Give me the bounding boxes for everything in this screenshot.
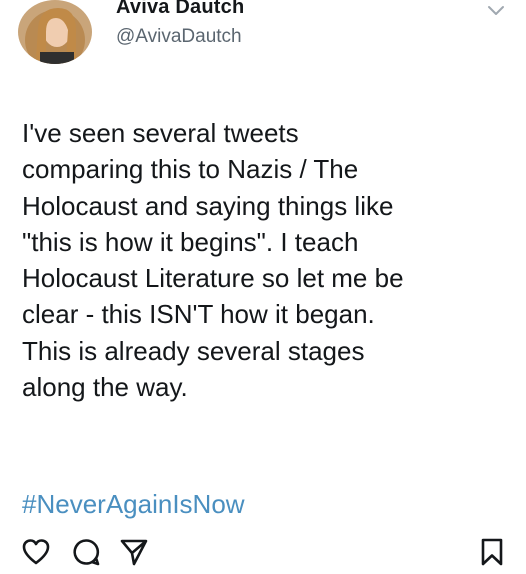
send-icon[interactable] (118, 536, 150, 568)
user-handle[interactable]: @AvivaDautch (116, 26, 242, 48)
bookmark-icon[interactable] (476, 536, 508, 568)
comment-icon[interactable] (70, 536, 102, 568)
tweet-line: Holocaust and saying things like (22, 190, 394, 221)
hashtag-link[interactable]: #NeverAgainIsNow (22, 489, 245, 520)
heart-icon[interactable] (20, 536, 52, 568)
tweet-line: I've seen several tweets (22, 118, 299, 148)
display-name[interactable]: Aviva Dautch (116, 0, 244, 19)
chevron-down-icon[interactable] (486, 4, 506, 18)
tweet-line: comparing this to Nazis / The (22, 154, 359, 185)
tweet-line: along the way. (22, 372, 188, 403)
avatar[interactable] (18, 0, 92, 64)
tweet-line: "this is how it begins". I teach (22, 226, 359, 257)
tweet-text: I've seen several tweets comparing this … (22, 115, 518, 405)
tweet-line: Holocaust Literature so let me be (22, 263, 404, 294)
tweet-line: clear - this ISN'T how it began. (22, 299, 375, 330)
tweet-line: This is already several stages (22, 335, 365, 366)
